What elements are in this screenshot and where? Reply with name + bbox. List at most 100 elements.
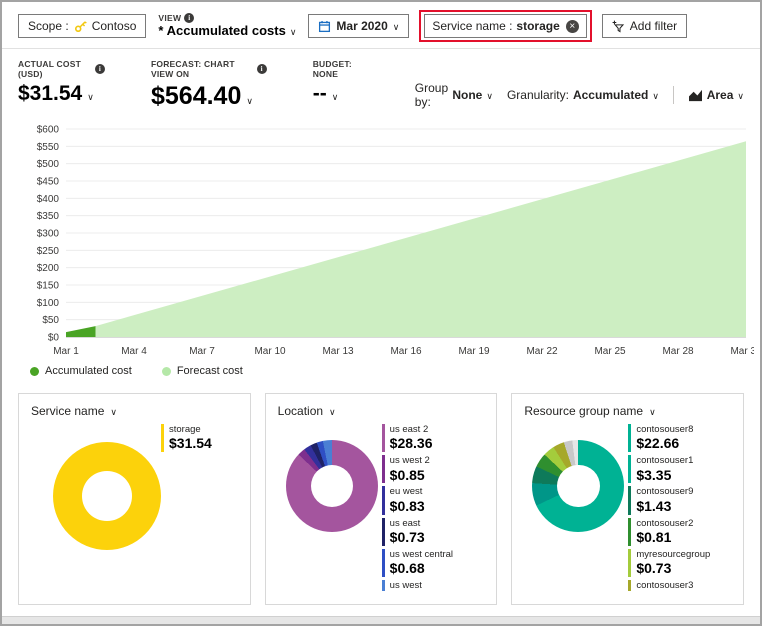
cost-analysis-page: Scope : Contoso VIEW * Accumulated costs xyxy=(0,0,762,626)
calendar-icon xyxy=(318,20,331,33)
kpi-forecast-label: FORECAST: CHART VIEW ON xyxy=(151,59,253,79)
group-by-dropdown[interactable]: Group by: None xyxy=(415,81,493,109)
legend-name: contosouser8 xyxy=(636,424,693,435)
legend-item[interactable]: eu west$0.83 xyxy=(382,486,485,514)
card-title-dropdown[interactable]: Resource group name xyxy=(524,404,731,418)
kpi-budget[interactable]: BUDGET: NONE -- xyxy=(313,59,369,106)
date-picker-button[interactable]: Mar 2020 xyxy=(308,14,409,38)
x-axis-tick: Mar 1 xyxy=(53,346,79,357)
kpi-actual-value: $31.54 xyxy=(18,82,82,106)
legend-item[interactable]: us east 2$28.36 xyxy=(382,424,485,452)
legend-item[interactable]: myresourcegroup$0.73 xyxy=(628,549,731,577)
legend-item[interactable]: us east$0.73 xyxy=(382,518,485,546)
series-accumulated-cost xyxy=(66,326,96,337)
x-axis-tick: Mar 22 xyxy=(526,346,558,357)
legend-item[interactable]: storage$31.54 xyxy=(161,424,238,452)
add-filter-button[interactable]: Add filter xyxy=(602,14,687,38)
legend-swatch xyxy=(161,424,164,452)
kpi-actual-cost[interactable]: ACTUAL COST (USD) $31.54 xyxy=(18,59,105,106)
x-axis-tick: Mar 16 xyxy=(390,346,422,357)
legend-value: $3.35 xyxy=(636,467,693,484)
legend-swatch xyxy=(382,518,385,546)
chart-controls: Group by: None Granularity: Accumulated … xyxy=(415,81,744,109)
legend-value: $1.43 xyxy=(636,498,693,515)
area-chart-icon xyxy=(688,89,703,102)
legend-item[interactable]: contosouser2$0.81 xyxy=(628,518,731,546)
y-axis-tick: $0 xyxy=(48,333,60,344)
chart-legend-item-forecast-cost[interactable]: Forecast cost xyxy=(162,365,243,377)
view-selector[interactable]: VIEW * Accumulated costs xyxy=(158,13,296,39)
legend-text: contosouser1$3.35 xyxy=(636,455,693,483)
legend-name: us west xyxy=(390,580,422,591)
legend-swatch xyxy=(628,518,631,546)
card-title-dropdown[interactable]: Location xyxy=(278,404,485,418)
add-filter-label: Add filter xyxy=(630,19,677,33)
legend-swatch xyxy=(382,424,385,452)
legend-swatch xyxy=(628,580,631,591)
y-axis-tick: $450 xyxy=(37,177,60,188)
legend-dot xyxy=(162,367,171,376)
legend-value: $0.85 xyxy=(390,467,430,484)
chevron-down-icon xyxy=(737,88,744,102)
breakdown-cards: Service name storage$31.54 Location us east… xyxy=(18,393,744,605)
bottom-strip xyxy=(2,616,760,624)
key-icon xyxy=(74,20,87,33)
legend-item[interactable]: contosouser1$3.35 xyxy=(628,455,731,483)
scope-button[interactable]: Scope : Contoso xyxy=(18,14,146,38)
granularity-dropdown[interactable]: Granularity: Accumulated xyxy=(507,88,659,102)
legend-swatch xyxy=(382,549,385,577)
legend-text: us west 2$0.85 xyxy=(390,455,430,483)
chevron-down-icon xyxy=(652,88,659,102)
donut-chart[interactable] xyxy=(53,442,161,550)
donut-card-service-name: Service name storage$31.54 xyxy=(18,393,251,605)
info-icon xyxy=(95,64,105,74)
legend-text: us west xyxy=(390,580,422,591)
y-axis-tick: $200 xyxy=(37,263,60,274)
group-by-value: None xyxy=(452,88,482,102)
legend-text: contosouser9$1.43 xyxy=(636,486,693,514)
legend-name: contosouser2 xyxy=(636,518,693,529)
legend-name: storage xyxy=(169,424,212,435)
card-title-label: Resource group name xyxy=(524,404,643,418)
legend-name: us west central xyxy=(390,549,453,560)
view-label: VIEW xyxy=(158,13,181,23)
legend-item[interactable]: contosouser9$1.43 xyxy=(628,486,731,514)
kpi-forecast-cost[interactable]: FORECAST: CHART VIEW ON $564.40 xyxy=(151,59,267,111)
card-title-dropdown[interactable]: Service name xyxy=(31,404,238,418)
legend-item[interactable]: us west 2$0.85 xyxy=(382,455,485,483)
add-filter-icon xyxy=(612,20,625,33)
donut-chart[interactable] xyxy=(532,440,624,532)
card-body: storage$31.54 xyxy=(31,424,238,550)
toolbar: Scope : Contoso VIEW * Accumulated costs xyxy=(2,2,760,49)
chevron-down-icon xyxy=(486,88,493,102)
legend-name: us east 2 xyxy=(390,424,433,435)
chart-canvas: $0$50$100$150$200$250$300$350$400$450$50… xyxy=(12,119,754,363)
donut-chart[interactable] xyxy=(286,440,378,532)
annotation-highlight: Service name : storage xyxy=(419,10,591,42)
legend-swatch xyxy=(628,549,631,577)
legend-item[interactable]: us west xyxy=(382,580,485,591)
legend-text: us west central$0.68 xyxy=(390,549,453,577)
x-axis-tick: Mar 25 xyxy=(594,346,626,357)
legend-item[interactable]: contosouser8$22.66 xyxy=(628,424,731,452)
legend-swatch xyxy=(382,486,385,514)
legend-value: $0.73 xyxy=(636,560,710,577)
y-axis-tick: $400 xyxy=(37,194,60,205)
close-icon[interactable] xyxy=(566,20,579,33)
legend-value: $0.68 xyxy=(390,560,453,577)
service-name-filter-pill[interactable]: Service name : storage xyxy=(424,14,586,38)
legend-text: storage$31.54 xyxy=(169,424,212,452)
chart-legend-item-accumulated-cost[interactable]: Accumulated cost xyxy=(30,365,132,377)
card-title-label: Service name xyxy=(31,404,104,418)
y-axis-tick: $500 xyxy=(37,159,60,170)
chart-type-value: Area xyxy=(707,88,734,102)
kpi-actual-label: ACTUAL COST (USD) xyxy=(18,59,91,79)
y-axis-tick: $550 xyxy=(37,142,60,153)
legend-value: $0.73 xyxy=(390,529,425,546)
legend-name: contosouser3 xyxy=(636,580,693,591)
legend-label: Accumulated cost xyxy=(45,365,132,377)
legend-item[interactable]: contosouser3 xyxy=(628,580,731,591)
legend-item[interactable]: us west central$0.68 xyxy=(382,549,485,577)
x-axis-tick: Mar 28 xyxy=(662,346,694,357)
chart-type-dropdown[interactable]: Area xyxy=(688,88,744,102)
